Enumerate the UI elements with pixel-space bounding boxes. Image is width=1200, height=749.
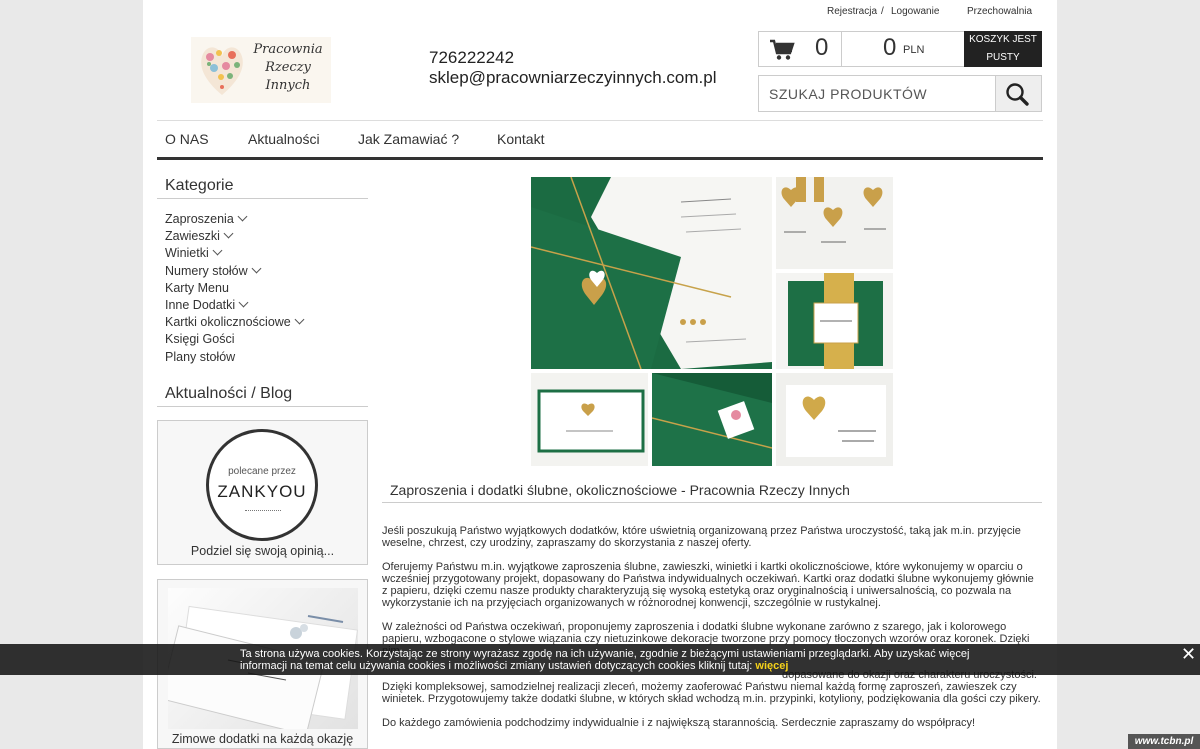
email-address[interactable]: sklep@pracowniarzeczyinnych.com.pl: [429, 68, 716, 88]
intro-paragraph: Dzięki kompleksowej, samodzielnej realiz…: [382, 681, 1041, 705]
storage-link[interactable]: Przechowalnia: [967, 6, 1032, 17]
nav-item-how-to-order[interactable]: Jak Zamawiać ?: [358, 131, 459, 147]
zankyou-box[interactable]: polecane przez ZANKYOU Podziel się swoją…: [157, 420, 368, 565]
page-container: Rejestracja / Logowanie Przechowalnia Pr…: [143, 0, 1057, 749]
page-title: Zaproszenia i dodatki ślubne, okolicznoś…: [382, 482, 1042, 503]
cookie-more-link[interactable]: więcej: [755, 660, 788, 672]
category-item[interactable]: Zawieszki: [165, 228, 360, 245]
cookie-banner: Ta strona używa cookies. Korzystając ze …: [0, 644, 1200, 675]
chevron-down-icon[interactable]: [212, 245, 223, 256]
site-watermark: www.tcbn.pl: [1128, 734, 1200, 749]
collage-tile-envelope-tag: [651, 373, 773, 466]
blog-heading: Aktualności / Blog: [157, 378, 368, 407]
chevron-down-icon[interactable]: [251, 263, 262, 274]
cart-total: 0: [883, 34, 897, 61]
product-collage-slider[interactable]: [382, 176, 1042, 466]
logo-text: Pracownia Rzeczy Innych: [253, 42, 323, 93]
category-item[interactable]: Winietki: [165, 245, 360, 262]
intro-paragraph: Jeśli poszukują Państwo wyjątkowych doda…: [382, 525, 1021, 549]
cart-item-count: 0: [815, 34, 829, 61]
collage-tile-gold-band: [776, 273, 893, 369]
cart-divider: [841, 32, 842, 66]
category-item[interactable]: Inne Dodatki: [165, 297, 360, 314]
site-logo[interactable]: Pracownia Rzeczy Innych: [191, 37, 331, 103]
cart-widget[interactable]: 0 0 PLN KOSZYK JEST PUSTY: [758, 31, 1042, 67]
category-item[interactable]: Karty Menu: [165, 280, 360, 297]
badge-divider: [245, 510, 281, 511]
intro-text: Jeśli poszukują Państwo wyjątkowych doda…: [382, 525, 1042, 729]
category-item[interactable]: Plany stołów: [165, 349, 360, 366]
search-icon: [1006, 83, 1029, 106]
categories-heading: Kategorie: [157, 170, 368, 199]
cart-currency: PLN: [903, 44, 925, 56]
search-box: [758, 75, 1042, 112]
nav-item-about[interactable]: O NAS: [165, 131, 209, 147]
intro-paragraph: Oferujemy Państwu m.in. wyjątkowe zapros…: [382, 561, 1034, 609]
category-list: Zaproszenia Zawieszki Winietki Numery st…: [157, 211, 368, 366]
phone-number: 726222242: [429, 48, 515, 67]
chevron-down-icon[interactable]: [238, 297, 249, 308]
floral-heart-icon: [201, 47, 243, 95]
close-icon[interactable]: ✕: [1181, 645, 1196, 663]
collage-tile-main: [530, 176, 772, 370]
main-nav: O NAS Aktualności Jak Zamawiać ? Kontakt: [157, 120, 1043, 160]
collage-tile-place-card: [531, 373, 648, 466]
category-item[interactable]: Kartki okolicznościowe: [165, 314, 360, 331]
register-link[interactable]: Rejestracja: [827, 6, 877, 17]
category-item[interactable]: Zaproszenia: [165, 211, 360, 228]
nav-item-contact[interactable]: Kontakt: [497, 131, 544, 147]
category-item[interactable]: Księgi Gości: [165, 331, 360, 348]
sidebar: Kategorie Zaproszenia Zawieszki Winietki…: [157, 170, 368, 407]
top-links-separator: /: [881, 6, 884, 17]
cart-status-button[interactable]: KOSZYK JEST PUSTY: [964, 31, 1042, 67]
search-button[interactable]: [995, 76, 1041, 111]
cookie-message: Ta strona używa cookies. Korzystając ze …: [240, 648, 970, 672]
chevron-down-icon[interactable]: [223, 228, 234, 239]
zankyou-badge[interactable]: polecane przez ZANKYOU: [206, 429, 318, 541]
zankyou-caption[interactable]: Podziel się swoją opinią...: [158, 544, 367, 558]
cart-icon[interactable]: [769, 39, 795, 61]
nav-item-news[interactable]: Aktualności: [248, 131, 320, 147]
collage-tile-glitter-card: [776, 373, 893, 466]
search-input[interactable]: [759, 76, 997, 111]
login-link[interactable]: Logowanie: [891, 6, 939, 17]
collage-tile-gold-hearts: [776, 177, 893, 269]
chevron-down-icon[interactable]: [294, 314, 305, 325]
intro-paragraph: Do każdego zamówienia podchodzimy indywi…: [382, 717, 976, 729]
chevron-down-icon[interactable]: [237, 211, 248, 222]
contact-info: 726222242 sklep@pracowniarzeczyinnych.co…: [429, 48, 716, 88]
blog-post-caption[interactable]: Zimowe dodatki na każdą okazję: [158, 732, 367, 746]
top-links: Rejestracja / Logowanie Przechowalnia: [143, 6, 1057, 18]
category-item[interactable]: Numery stołów: [165, 263, 360, 280]
